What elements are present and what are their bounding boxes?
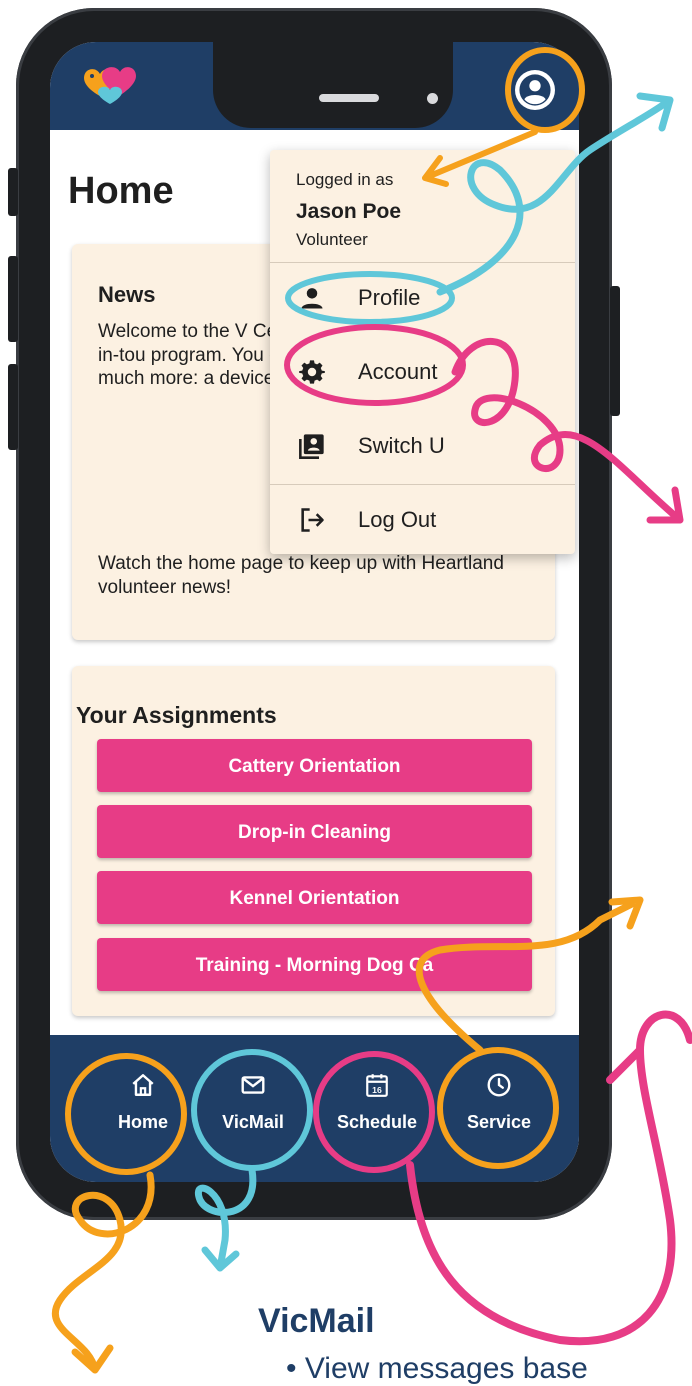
phone-power-button — [610, 286, 620, 416]
account-dropdown-menu: Logged in as Jason Poe Volunteer Profile… — [270, 150, 575, 554]
menu-item-logout[interactable]: Log Out — [270, 492, 575, 548]
person-icon — [301, 288, 323, 309]
menu-item-label: Log Out — [358, 507, 437, 532]
nav-schedule[interactable]: 16 Schedule — [332, 1072, 422, 1142]
assignment-button[interactable]: Cattery Orientation — [97, 739, 532, 792]
phone-speaker — [319, 94, 379, 102]
user-name: Jason Poe — [296, 200, 402, 223]
phone-notch — [213, 42, 453, 128]
assignment-button[interactable]: Training - Morning Dog Ca — [97, 938, 532, 991]
menu-divider — [270, 262, 575, 263]
mail-icon — [241, 1076, 265, 1094]
calendar-icon: 16 — [366, 1074, 388, 1097]
clock-icon — [487, 1073, 511, 1097]
nav-home-label: Home — [117, 1112, 168, 1132]
caption-bullet: • View messages base — [286, 1352, 588, 1385]
news-footer-text: Watch the home page to keep up with Hear… — [98, 553, 504, 598]
nav-home[interactable]: Home — [98, 1072, 188, 1142]
caption-bullet-text: View messages base — [304, 1352, 588, 1385]
logged-in-as-label: Logged in as — [296, 170, 394, 189]
nav-service[interactable]: Service — [454, 1072, 544, 1142]
phone-screen: Home News Welcome to the V Center. This … — [50, 42, 579, 1182]
menu-divider — [270, 484, 575, 485]
heartland-logo-icon — [84, 67, 136, 104]
assignment-button[interactable]: Kennel Orientation — [97, 871, 532, 924]
nav-schedule-label: Schedule — [336, 1112, 418, 1132]
nav-vicmail[interactable]: VicMail — [208, 1072, 298, 1142]
phone-volume-down — [8, 364, 18, 450]
account-circle-icon — [519, 74, 551, 106]
menu-item-label: Switch U — [358, 433, 445, 458]
assignment-button[interactable]: Drop-in Cleaning — [97, 805, 532, 858]
home-icon — [132, 1074, 154, 1096]
menu-item-label: Account — [358, 359, 438, 384]
news-title: News — [98, 282, 156, 307]
phone-camera — [427, 93, 438, 104]
account-menu-button[interactable] — [515, 70, 555, 110]
calendar-day-number: 16 — [372, 1085, 382, 1095]
menu-item-label: Profile — [358, 285, 421, 310]
assignments-title: Your Assignments — [76, 702, 277, 728]
menu-item-profile[interactable]: Profile — [270, 270, 575, 326]
phone-volume-up — [8, 256, 18, 342]
page-title: Home — [68, 170, 174, 212]
logout-icon — [301, 508, 324, 532]
gear-icon — [299, 360, 325, 384]
phone-mute-switch — [8, 168, 18, 216]
contacts-icon — [299, 434, 324, 459]
nav-vicmail-label: VicMail — [222, 1112, 284, 1132]
user-role: Volunteer — [296, 230, 368, 249]
menu-item-account[interactable]: Account — [270, 344, 575, 400]
caption-title: VicMail — [258, 1302, 375, 1340]
nav-service-label: Service — [466, 1112, 532, 1132]
menu-item-switch-user[interactable]: Switch U — [270, 418, 575, 474]
